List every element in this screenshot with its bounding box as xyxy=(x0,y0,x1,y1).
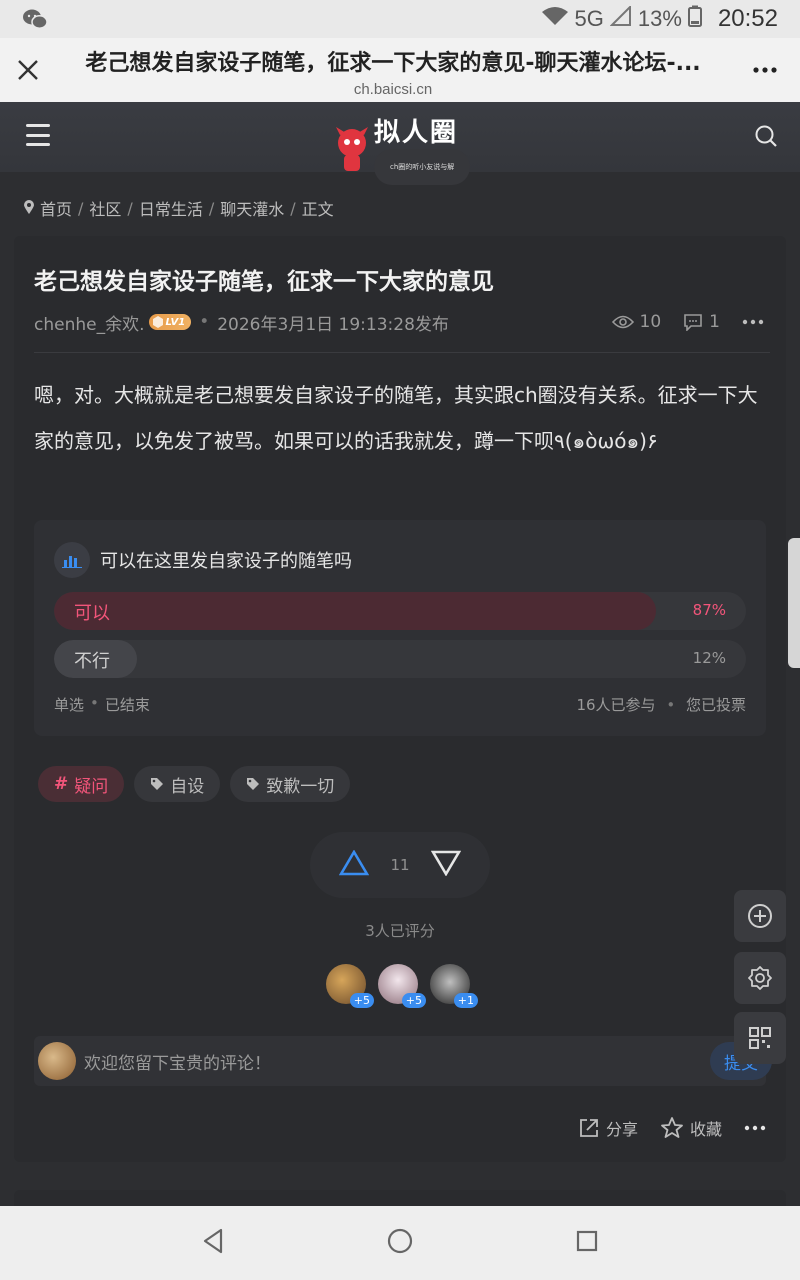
author-name[interactable]: chenhe_余欢. xyxy=(34,310,145,335)
recents-icon[interactable] xyxy=(576,1230,598,1256)
breadcrumb-daily-life[interactable]: 日常生活 xyxy=(139,196,203,220)
qr-code-icon[interactable] xyxy=(734,1012,786,1064)
logo-text: 拟人圈 xyxy=(374,118,459,148)
logo-mascot-icon xyxy=(336,126,368,171)
tag-icon xyxy=(247,778,260,790)
actions-more-icon[interactable] xyxy=(744,1125,766,1131)
upvote-icon[interactable] xyxy=(338,849,370,880)
eye-icon xyxy=(611,315,634,329)
site-logo[interactable]: 拟人圈 ch圈的听小友说与解 xyxy=(334,112,471,185)
comment-count: 1 xyxy=(683,312,720,332)
vote-widget: 11 xyxy=(310,832,490,898)
poll-voted: 您已投票 xyxy=(685,696,746,714)
search-icon[interactable] xyxy=(754,124,778,152)
tag-list: # 疑问 自设 致歉一切 xyxy=(38,766,351,802)
page-title: 老己想发自家设子随笔，征求一下大家的意见-聊天灌水论坛-... xyxy=(85,50,701,76)
breadcrumb-chat[interactable]: 聊天灌水 xyxy=(220,196,284,220)
signal-icon xyxy=(609,4,632,32)
star-icon xyxy=(661,1117,683,1138)
tag-question[interactable]: # 疑问 xyxy=(38,766,125,802)
post-card: 老己想发自家设子随笔，征求一下大家的意见 chenhe_余欢. LV1 • 20… xyxy=(14,236,786,1162)
avatar[interactable]: +1 xyxy=(430,964,478,1008)
close-icon[interactable] xyxy=(0,38,56,102)
bar-chart-icon xyxy=(54,542,90,578)
avatar xyxy=(38,1042,76,1080)
site-header: 拟人圈 ch圈的听小友说与解 xyxy=(0,102,800,185)
tag-custom[interactable]: 自设 xyxy=(134,766,221,802)
vote-score: 11 xyxy=(390,856,410,874)
back-icon[interactable] xyxy=(202,1228,224,1258)
breadcrumb-community[interactable]: 社区 xyxy=(89,196,121,220)
share-button[interactable]: 分享 xyxy=(578,1116,638,1140)
scrollbar[interactable] xyxy=(788,538,800,668)
browser-bar: 老己想发自家设子随笔，征求一下大家的意见-聊天灌水论坛-... ch.baics… xyxy=(0,38,800,102)
breadcrumb-home[interactable]: 首页 xyxy=(40,196,72,220)
comment-input[interactable]: 欢迎您留下宝贵的评论！ xyxy=(84,1049,271,1074)
divider xyxy=(34,352,770,353)
add-icon[interactable] xyxy=(734,890,786,942)
battery-icon xyxy=(687,5,702,33)
poll-option-no[interactable]: 不行 12% xyxy=(54,640,746,678)
avatar[interactable]: +5 xyxy=(378,964,426,1008)
breadcrumb: 首页 / 社区 / 日常生活 / 聊天灌水 / 正文 xyxy=(24,196,334,220)
wechat-icon xyxy=(22,8,48,30)
rated-count: 3人已评分 xyxy=(365,922,435,940)
poll-question: 可以在这里发自家设子的随笔吗 xyxy=(100,551,352,572)
clock: 20:52 xyxy=(717,5,778,32)
post-content: 嗯，对。大概就是老己想要发自家设子的随笔，其实跟ch圈没有关系。征求一下大家的意… xyxy=(34,383,758,453)
network-label: 5G xyxy=(574,6,604,31)
post-more-icon[interactable] xyxy=(742,319,764,325)
logo-tagline: ch圈的听小友说与解 xyxy=(374,149,471,185)
breadcrumb-current: 正文 xyxy=(301,200,334,219)
post-meta: chenhe_余欢. LV1 • 2026年3月1日 19:13:28发布 10… xyxy=(34,310,764,335)
poll-fill-yes xyxy=(54,592,657,630)
post-title: 老己想发自家设子随笔，征求一下大家的意见 xyxy=(34,269,494,295)
tag-apology[interactable]: 致歉一切 xyxy=(230,766,351,802)
poll-option-yes[interactable]: 可以 87% xyxy=(54,592,746,630)
wifi-icon xyxy=(541,6,569,32)
more-icon[interactable] xyxy=(730,38,800,102)
comment-box[interactable]: 欢迎您留下宝贵的评论！ 提交 xyxy=(34,1036,772,1086)
poll-participants: 16人已参与 xyxy=(576,696,656,714)
poll-status: 已结束 xyxy=(104,696,150,714)
view-count: 10 xyxy=(611,312,661,332)
location-pin-icon xyxy=(24,199,34,218)
hash-icon: # xyxy=(54,774,69,794)
rater-list: +5 +5 +1 xyxy=(326,964,478,1008)
page-domain: ch.baicsi.cn xyxy=(353,80,433,98)
status-bar: 5G 13% 20:52 xyxy=(0,0,800,38)
tag-icon xyxy=(151,778,164,790)
level-badge: LV1 xyxy=(148,314,192,330)
avatar[interactable]: +5 xyxy=(326,964,374,1008)
settings-gear-icon[interactable] xyxy=(734,952,786,1004)
poll: 可以在这里发自家设子的随笔吗 可以 87% 不行 12% 单选 • 已结束 16… xyxy=(34,520,766,736)
comment-icon xyxy=(684,314,702,331)
publish-time: 2026年3月1日 19:13:28发布 xyxy=(217,314,449,335)
battery-label: 13% xyxy=(637,6,682,31)
menu-icon[interactable] xyxy=(26,124,50,146)
system-nav-bar xyxy=(0,1206,800,1280)
favorite-button[interactable]: 收藏 xyxy=(660,1116,722,1140)
downvote-icon[interactable] xyxy=(430,850,462,880)
post-actions: 分享 收藏 xyxy=(578,1116,766,1140)
home-icon[interactable] xyxy=(387,1228,413,1258)
share-icon xyxy=(580,1119,598,1137)
poll-type: 单选 xyxy=(54,696,85,714)
